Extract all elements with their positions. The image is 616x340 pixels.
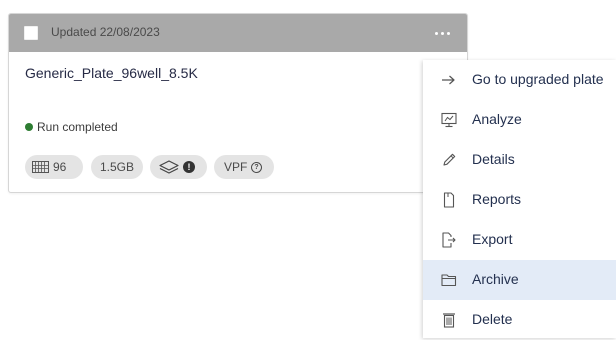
wells-count: 96 xyxy=(53,160,67,174)
menu-item-delete[interactable]: Delete xyxy=(423,300,616,340)
arrow-right-icon xyxy=(442,75,455,85)
folder-icon xyxy=(441,274,457,287)
more-dot xyxy=(435,32,438,35)
menu-item-label: Archive xyxy=(472,271,519,287)
select-checkbox[interactable] xyxy=(24,26,38,40)
vpf-chip[interactable]: VPF ? xyxy=(214,155,274,179)
menu-item-analyze[interactable]: Analyze xyxy=(423,100,616,140)
file-size: 1.5GB xyxy=(100,160,135,174)
menu-item-label: Export xyxy=(472,231,513,247)
more-dot xyxy=(447,32,450,35)
menu-item-label: Go to upgraded plate xyxy=(472,71,604,87)
pencil-icon xyxy=(443,153,456,166)
analyze-icon xyxy=(441,112,457,128)
plate-card[interactable]: Updated 22/08/2023 Generic_Plate_96well_… xyxy=(8,13,468,193)
context-menu: Go to upgraded plate Analyze Details Rep… xyxy=(423,60,616,338)
menu-item-reports[interactable]: Reports xyxy=(423,180,616,220)
layers-icon xyxy=(159,160,179,174)
menu-item-label: Analyze xyxy=(472,111,522,127)
menu-item-label: Reports xyxy=(472,191,522,207)
menu-item-go-to-upgraded-plate[interactable]: Go to upgraded plate xyxy=(423,60,616,100)
status-dot-icon xyxy=(25,123,33,131)
menu-item-label: Details xyxy=(472,151,515,167)
wells-chip: 96 xyxy=(25,155,83,179)
plate-grid-icon xyxy=(32,161,49,173)
export-icon xyxy=(442,232,456,248)
updated-date: Updated 22/08/2023 xyxy=(51,25,160,39)
menu-item-archive[interactable]: Archive xyxy=(423,260,616,300)
menu-item-label: Delete xyxy=(472,311,513,327)
plate-title[interactable]: Generic_Plate_96well_8.5K xyxy=(25,65,198,81)
vpf-label: VPF xyxy=(224,160,248,174)
menu-item-export[interactable]: Export xyxy=(423,220,616,260)
run-status: Run completed xyxy=(25,120,118,134)
document-icon xyxy=(443,192,455,208)
layers-chip[interactable]: ! xyxy=(150,155,207,179)
card-header: Updated 22/08/2023 xyxy=(9,14,467,52)
warning-icon: ! xyxy=(183,161,195,173)
menu-item-details[interactable]: Details xyxy=(423,140,616,180)
help-icon: ? xyxy=(251,162,262,173)
more-dot xyxy=(441,32,444,35)
size-chip: 1.5GB xyxy=(91,155,143,179)
trash-icon xyxy=(443,313,455,328)
status-label: Run completed xyxy=(37,120,118,134)
more-options-button[interactable] xyxy=(433,25,453,41)
